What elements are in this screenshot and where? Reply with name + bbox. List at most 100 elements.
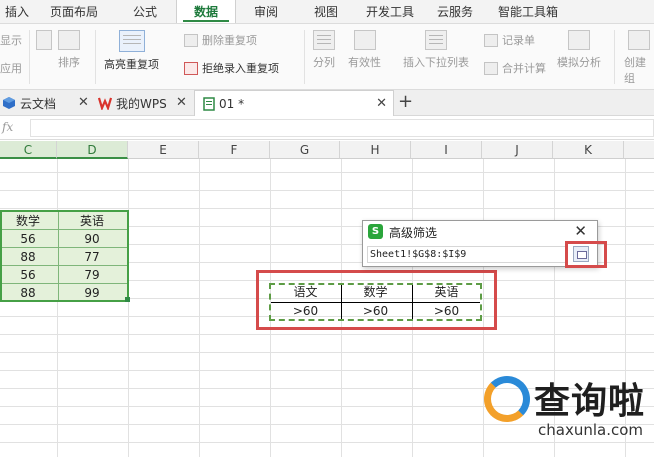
sort-button[interactable]: 排序 (58, 30, 80, 70)
column-header-i[interactable]: I (411, 141, 482, 159)
record-form-icon (484, 33, 498, 47)
tab-file[interactable]: 01 * ✕ (194, 90, 394, 116)
advanced-filter-dialog: S 高级筛选 ✕ Sheet1!$G$8:$I$9 (362, 220, 598, 267)
cloud-docs-icon (3, 97, 15, 109)
tab-view[interactable]: 视图 (296, 0, 356, 23)
tab-smart-toolbox[interactable]: 智能工具箱 (486, 0, 570, 23)
close-icon[interactable]: ✕ (78, 95, 89, 110)
record-form-label: 记录单 (502, 34, 535, 47)
column-header-j[interactable]: J (482, 141, 553, 159)
criteria-range-input[interactable]: Sheet1!$G$8:$I$9 (367, 246, 567, 263)
criteria-header-chinese[interactable]: 语文 (271, 284, 340, 301)
file-tab-label: 01 * (219, 96, 245, 111)
tab-review[interactable]: 审阅 (236, 0, 296, 23)
column-header-partial (624, 141, 654, 159)
criteria-value[interactable]: >60 (411, 302, 482, 320)
sheet-file-icon (203, 96, 215, 111)
validity-button[interactable]: 有效性 (348, 30, 381, 70)
delete-duplicates-button[interactable]: 删除重复项 (184, 32, 257, 48)
split-button[interactable]: 分列 (313, 30, 335, 70)
apply-button[interactable]: 应用 (0, 60, 22, 76)
create-group-label: 创建组 (624, 56, 646, 85)
ribbon-separator (614, 30, 615, 84)
ribbon: 显示 应用 排序 高亮重复项 删除重复项 拒绝录入重复项 分列 有效性 插入下拉… (0, 24, 654, 90)
column-header-g[interactable]: G (270, 141, 340, 159)
criteria-value[interactable]: >60 (340, 302, 411, 320)
show-button[interactable]: 显示 (0, 32, 22, 48)
table-cell[interactable]: 56 (0, 230, 56, 248)
criteria-value[interactable]: >60 (271, 302, 340, 320)
highlight-duplicates-button[interactable]: 高亮重复项 (104, 30, 159, 72)
table-cell[interactable]: 79 (57, 266, 127, 284)
column-header-k[interactable]: K (553, 141, 624, 159)
wps-sheet-logo-icon: S (368, 224, 383, 239)
ribbon-separator (95, 30, 96, 84)
insert-dropdown-button[interactable]: 插入下拉列表 (403, 30, 469, 70)
criteria-header-math[interactable]: 数学 (340, 284, 411, 301)
tab-formula[interactable]: 公式 (114, 0, 176, 23)
column-header-d[interactable]: D (57, 141, 128, 159)
highlight-duplicates-label: 高亮重复项 (104, 58, 159, 71)
sort-label: 排序 (58, 56, 80, 69)
add-tab-icon[interactable]: + (398, 91, 413, 112)
insert-dropdown-label: 插入下拉列表 (403, 56, 469, 69)
tab-data[interactable]: 数据 (176, 0, 236, 23)
my-wps-label: 我的WPS (116, 96, 167, 111)
watermark-title: 查询啦 (534, 381, 646, 422)
cell-header-english[interactable]: 英语 (57, 212, 127, 230)
watermark-logo-icon (484, 376, 530, 422)
split-columns-icon (313, 30, 335, 50)
split-label: 分列 (313, 56, 335, 69)
simulate-analysis-icon (568, 30, 590, 50)
formula-bar: fx (0, 117, 654, 140)
formula-input[interactable] (30, 119, 654, 137)
simulate-analysis-label: 模拟分析 (557, 56, 601, 69)
column-header-c[interactable]: C (0, 141, 57, 159)
table-cell[interactable]: 88 (0, 284, 56, 302)
record-form-button[interactable]: 记录单 (484, 32, 535, 48)
close-icon[interactable]: ✕ (176, 95, 187, 110)
show-label: 显示 (0, 34, 22, 47)
table-cell[interactable]: 56 (0, 266, 56, 284)
reject-duplicates-label: 拒绝录入重复项 (202, 62, 279, 75)
simulate-analysis-button[interactable]: 模拟分析 (557, 30, 601, 70)
criteria-header-english[interactable]: 英语 (411, 284, 482, 301)
highlight-duplicates-icon (118, 30, 145, 52)
table-cell[interactable]: 90 (57, 230, 127, 248)
document-tabs: 云文档 ✕ 我的WPS ✕ 01 * ✕ + (0, 90, 654, 116)
tab-developer[interactable]: 开发工具 (356, 0, 424, 23)
wps-logo-icon (98, 97, 112, 110)
column-header-h[interactable]: H (340, 141, 411, 159)
ribbon-separator (304, 30, 305, 84)
tab-cloud[interactable]: 云服务 (424, 0, 486, 23)
validity-label: 有效性 (348, 56, 381, 69)
menu-bar: 插入 页面布局 公式 数据 审阅 视图 开发工具 云服务 智能工具箱 (0, 0, 654, 24)
cell-header-math[interactable]: 数学 (0, 212, 56, 230)
reject-duplicates-button[interactable]: 拒绝录入重复项 (184, 60, 279, 76)
close-icon[interactable]: ✕ (574, 222, 587, 240)
delete-duplicates-label: 删除重复项 (202, 34, 257, 47)
dialog-title: 高级筛选 (389, 226, 438, 240)
table-cell[interactable]: 99 (57, 284, 127, 302)
cloud-docs-label: 云文档 (20, 96, 57, 111)
watermark-url: chaxunla.com (538, 421, 643, 439)
table-cell[interactable]: 88 (0, 248, 56, 266)
column-header-e[interactable]: E (128, 141, 199, 159)
tab-my-wps[interactable]: 我的WPS (98, 90, 167, 116)
reject-duplicates-icon (184, 61, 198, 75)
delete-duplicates-icon (184, 33, 198, 47)
table-cell[interactable]: 77 (57, 248, 127, 266)
tab-page-layout[interactable]: 页面布局 (34, 0, 114, 23)
sort-az-icon (58, 30, 80, 50)
create-group-icon (628, 30, 650, 50)
create-group-button[interactable]: 创建组 (624, 30, 654, 86)
sort-ascending-button[interactable] (36, 30, 52, 54)
column-header-f[interactable]: F (199, 141, 270, 159)
close-icon[interactable]: ✕ (376, 96, 387, 111)
picker-highlight-box (565, 241, 607, 268)
consolidate-button[interactable]: 合并计算 (484, 60, 546, 76)
apply-label: 应用 (0, 62, 22, 75)
tab-cloud-docs[interactable]: 云文档 (2, 90, 56, 116)
fx-icon[interactable]: fx (2, 120, 13, 134)
tab-insert[interactable]: 插入 (0, 0, 34, 23)
